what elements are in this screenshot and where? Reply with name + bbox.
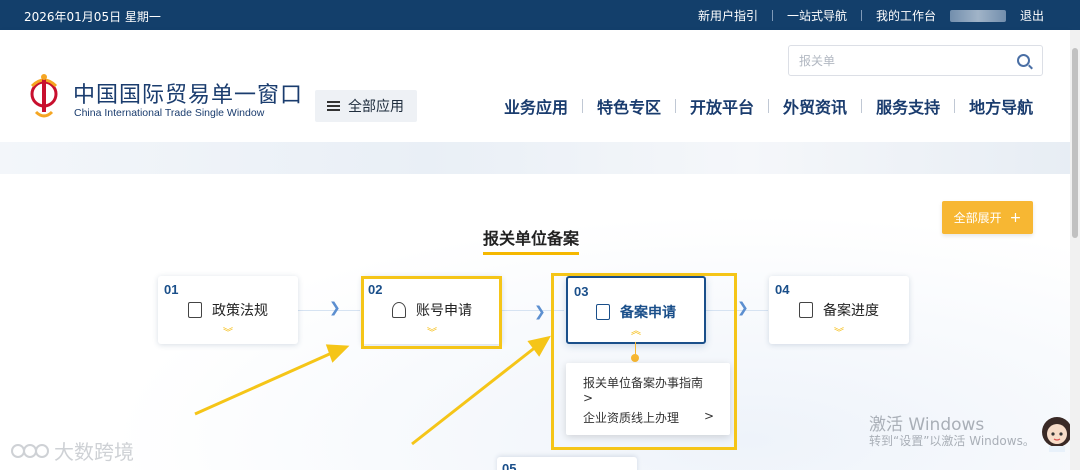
annotation-arrow [194, 350, 335, 416]
search-input[interactable] [789, 46, 989, 75]
nav-open-platform[interactable]: 开放平台 [676, 94, 768, 118]
one-stop-nav-link[interactable]: 一站式导航 [787, 7, 847, 24]
new-user-guide-link[interactable]: 新用户指引 [698, 7, 758, 24]
arrow-head [325, 344, 350, 363]
all-apps-label: 全部应用 [348, 99, 404, 115]
brand-name-cn[interactable]: 中国国际贸易单一窗口 [73, 77, 303, 109]
main-content: 报关单位备案 全部展开 + ❯ ❯ ❯ 01 政策法规 ︾ 02 账号申请 ︾ … [0, 174, 1070, 470]
main-nav: 业务应用 特色专区 开放平台 外贸资讯 服务支持 地方导航 [490, 94, 1047, 118]
annotation-arrow [411, 344, 538, 446]
divider [771, 10, 773, 21]
my-workbench-link[interactable]: 我的工作台 [876, 7, 936, 24]
all-apps-button[interactable]: 全部应用 [315, 90, 417, 122]
arrow-head [527, 335, 551, 357]
nav-trade-news[interactable]: 外贸资讯 [769, 94, 861, 118]
decorative-band [0, 142, 1070, 174]
brand-watermark: 大数跨境 [10, 436, 134, 465]
menu-icon [327, 101, 340, 111]
site-header: 中国国际贸易单一窗口 China International Trade Sin… [0, 30, 1070, 142]
nav-featured-zone[interactable]: 特色专区 [583, 94, 675, 118]
nav-business-apps[interactable]: 业务应用 [490, 94, 582, 118]
username-blurred[interactable] [949, 9, 1006, 22]
divider [860, 10, 862, 21]
logout-link[interactable]: 退出 [1020, 7, 1044, 24]
nav-service-support[interactable]: 服务支持 [862, 94, 954, 118]
top-links: 新用户指引 一站式导航 我的工作台 退出 [684, 7, 1044, 24]
top-bar: 2026年01月05日 星期一 新用户指引 一站式导航 我的工作台 退出 [0, 0, 1080, 30]
watermark-text: 大数跨境 [54, 440, 134, 464]
scrollbar-thumb[interactable] [1072, 48, 1078, 238]
brand-name-en: China International Trade Single Window [74, 107, 265, 119]
nav-local-navigation[interactable]: 地方导航 [955, 94, 1047, 118]
watermark-logo-icon [11, 443, 49, 458]
search-box [788, 45, 1043, 76]
current-date: 2026年01月05日 星期一 [24, 10, 161, 24]
windows-activation-subtitle: 转到“设置”以激活 Windows。 [869, 434, 1035, 448]
site-logo-icon[interactable] [24, 72, 64, 124]
search-icon[interactable] [1017, 54, 1030, 67]
assistant-avatar-icon[interactable] [1040, 414, 1070, 452]
